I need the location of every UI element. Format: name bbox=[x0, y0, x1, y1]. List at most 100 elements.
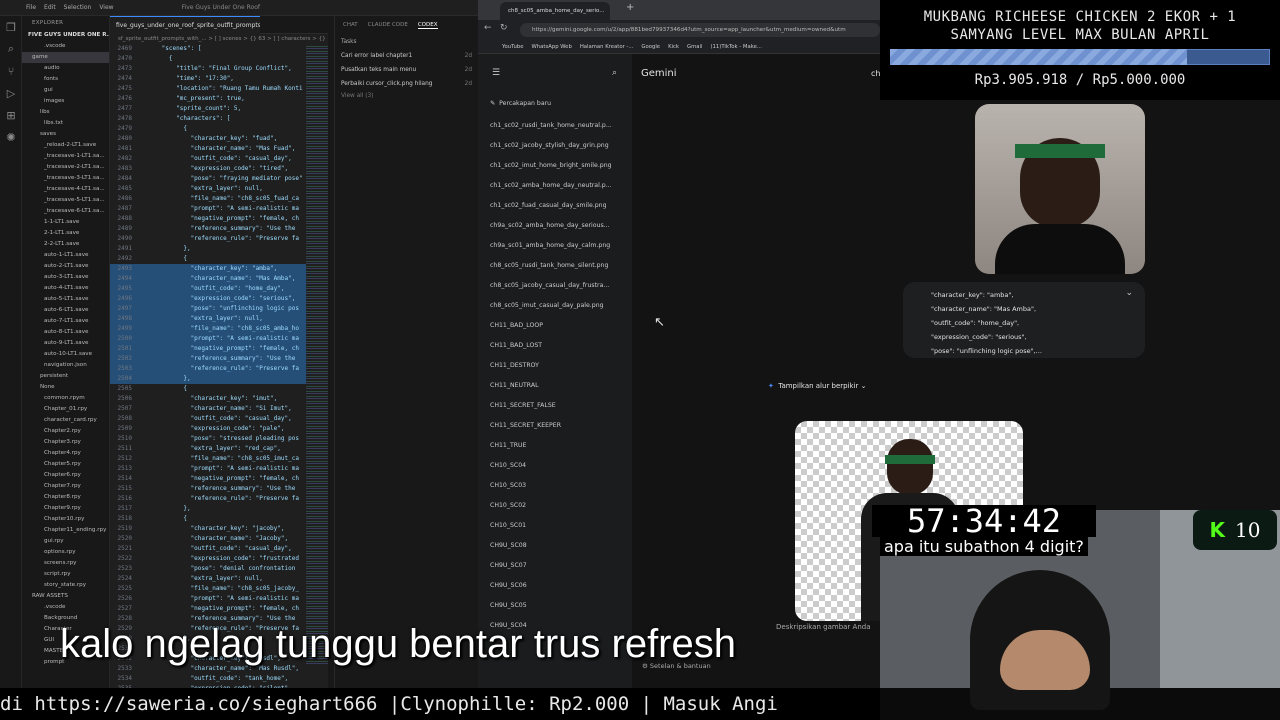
tree-item[interactable]: story_state.rpy bbox=[22, 580, 109, 591]
code-line[interactable]: 2489 "reference_summary": "Use the bbox=[110, 224, 328, 234]
chat-history-item[interactable]: ch8_sc05_imut_casual_day_pale.png bbox=[478, 296, 632, 316]
chat-history-item[interactable]: ch8_sc05_jacoby_casual_day_frustra... bbox=[478, 276, 632, 296]
code-line[interactable]: 2522 "expression_code": "frustrated bbox=[110, 554, 328, 564]
extensions-icon[interactable]: ⊞ bbox=[0, 104, 22, 126]
editor-tab[interactable]: five_guys_under_one_roof_sprite_outfit_p… bbox=[110, 15, 260, 34]
code-line[interactable]: 2481 "character_name": "Mas Fuad", bbox=[110, 144, 328, 154]
code-line[interactable]: 2518 { bbox=[110, 514, 328, 524]
expand-chevron-icon[interactable]: ⌄ bbox=[1125, 286, 1133, 300]
tree-item[interactable]: Chapter8.rpy bbox=[22, 492, 109, 503]
tree-item[interactable]: 2-2-LT1.save bbox=[22, 239, 109, 250]
menu-file[interactable]: File bbox=[26, 4, 36, 11]
code-line[interactable]: 2527 "negative_prompt": "female, ch bbox=[110, 604, 328, 614]
chat-history-item[interactable]: CH11_NEUTRAL bbox=[478, 376, 632, 396]
code-line[interactable]: 2516 "reference_rule": "Preserve fa bbox=[110, 494, 328, 504]
bookmark-youtube[interactable]: YouTube bbox=[502, 44, 524, 50]
chat-history-item[interactable]: CH9U_SC08 bbox=[478, 536, 632, 556]
new-chat-button[interactable]: ✎ Percakapan baru bbox=[478, 94, 632, 114]
tree-item[interactable]: Chapter5.rpy bbox=[22, 459, 109, 470]
search-icon[interactable]: ⌕ bbox=[612, 68, 617, 78]
chat-history-item[interactable]: ch1_sc02_imut_home_bright_smile.png bbox=[478, 156, 632, 176]
breadcrumb[interactable]: sf_sprite_outfit_prompts_with_... > [ ] … bbox=[110, 34, 328, 44]
tree-item[interactable]: 2-1-LT1.save bbox=[22, 228, 109, 239]
tree-item[interactable]: Chapter7.rpy bbox=[22, 481, 109, 492]
search-icon[interactable]: ⌕ bbox=[0, 38, 22, 60]
code-line[interactable]: 2497 "pose": "unflinching logic pos bbox=[110, 304, 328, 314]
code-line[interactable]: 2487 "prompt": "A semi-realistic ma bbox=[110, 204, 328, 214]
chat-history-item[interactable]: CH11_SECRET_FALSE bbox=[478, 396, 632, 416]
source-control-icon[interactable]: ⑂ bbox=[0, 60, 22, 82]
code-line[interactable]: 2499 "file_name": "ch8_sc05_amba_ho bbox=[110, 324, 328, 334]
tree-item[interactable]: Chapter_01.rpy bbox=[22, 404, 109, 415]
chat-history-item[interactable]: CH11_DESTROY bbox=[478, 356, 632, 376]
chat-history-item[interactable]: CH10_SC01 bbox=[478, 516, 632, 536]
bookmark-whatsapp[interactable]: WhatsApp Web bbox=[532, 44, 572, 50]
tree-item[interactable]: auto-9-LT1.save bbox=[22, 338, 109, 349]
code-line[interactable]: 2504 }, bbox=[110, 374, 328, 384]
tree-item[interactable]: _tracesave-6-LT1.sa... bbox=[22, 206, 109, 217]
code-line[interactable]: 2506 "character_key": "imut", bbox=[110, 394, 328, 404]
tree-item[interactable]: Chapter9.rpy bbox=[22, 503, 109, 514]
code-line[interactable]: 2478 "characters": [ bbox=[110, 114, 328, 124]
code-line[interactable]: 2523 "pose": "denial confrontation bbox=[110, 564, 328, 574]
code-line[interactable]: 2526 "prompt": "A semi-realistic ma bbox=[110, 594, 328, 604]
tree-item[interactable]: gui bbox=[22, 85, 109, 96]
code-line[interactable]: 2503 "reference_rule": "Preserve fa bbox=[110, 364, 328, 374]
chat-history-item[interactable]: ch8_sc05_rusdi_tank_home_silent.png bbox=[478, 256, 632, 276]
chat-history-item[interactable]: CH11_TRUE bbox=[478, 436, 632, 456]
tree-item[interactable]: 1-1-LT1.save bbox=[22, 217, 109, 228]
code-line[interactable]: 2515 "reference_summary": "Use the bbox=[110, 484, 328, 494]
menu-view[interactable]: View bbox=[99, 4, 113, 11]
code-line[interactable]: 2513 "prompt": "A semi-realistic ma bbox=[110, 464, 328, 474]
code-line[interactable]: 2500 "prompt": "A semi-realistic ma bbox=[110, 334, 328, 344]
explorer-icon[interactable]: ❐ bbox=[0, 16, 22, 38]
tree-item[interactable]: Chapter6.rpy bbox=[22, 470, 109, 481]
task-item[interactable]: Cari error label chapter1 2d bbox=[335, 49, 478, 63]
chat-history-item[interactable]: ch9a_sc01_amba_home_day_calm.png bbox=[478, 236, 632, 256]
view-all-link[interactable]: View all (3) bbox=[335, 91, 478, 101]
code-line[interactable]: 2511 "extra_layer": "red_cap", bbox=[110, 444, 328, 454]
code-line[interactable]: 2469 "scenes": [ bbox=[110, 44, 328, 54]
chat-history-item[interactable]: ch9a_sc02_amba_home_day_serious... bbox=[478, 216, 632, 236]
menu-icon[interactable]: ☰ bbox=[492, 68, 500, 78]
project-folder[interactable]: FIVE GUYS UNDER ONE R... bbox=[22, 30, 109, 41]
tree-item[interactable]: _reload-2-LT1.save bbox=[22, 140, 109, 151]
address-bar[interactable]: https://gemini.google.com/u/2/app/881bed… bbox=[520, 23, 880, 37]
tree-item[interactable]: game bbox=[22, 52, 109, 63]
tree-item[interactable]: Chapter11_ending.rpy bbox=[22, 525, 109, 536]
new-tab-icon[interactable]: + bbox=[626, 2, 634, 13]
chat-history-item[interactable]: ch1_sc02_amba_home_day_neutral.p... bbox=[478, 176, 632, 196]
minimap[interactable] bbox=[306, 44, 328, 664]
tree-item[interactable]: common.rpym bbox=[22, 393, 109, 404]
code-line[interactable]: 2477 "sprite_count": 5, bbox=[110, 104, 328, 114]
tree-item[interactable]: _tracesave-2-LT1.sa... bbox=[22, 162, 109, 173]
tree-item[interactable]: .vscode bbox=[22, 41, 109, 52]
code-line[interactable]: 2482 "outfit_code": "casual_day", bbox=[110, 154, 328, 164]
tree-item[interactable]: _tracesave-1-LT1.sa... bbox=[22, 151, 109, 162]
bookmark-halaman-kreator[interactable]: Halaman Kreator -... bbox=[580, 44, 634, 50]
code-line[interactable]: 2524 "extra_layer": null, bbox=[110, 574, 328, 584]
tree-item[interactable]: auto-1-LT1.save bbox=[22, 250, 109, 261]
code-line[interactable]: 2496 "expression_code": "serious", bbox=[110, 294, 328, 304]
code-line[interactable]: 2475 "location": "Ruang Tamu Rumah Konti bbox=[110, 84, 328, 94]
chat-history-item[interactable]: CH11_BAD_LOOP bbox=[478, 316, 632, 336]
chat-history-item[interactable]: CH11_BAD_LOST bbox=[478, 336, 632, 356]
code-line[interactable]: 2505 { bbox=[110, 384, 328, 394]
chat-history-item[interactable]: CH9U_SC06 bbox=[478, 576, 632, 596]
chat-history-item[interactable]: ch1_sc02_jacoby_stylish_day_grin.png bbox=[478, 136, 632, 156]
tree-item[interactable]: saves bbox=[22, 129, 109, 140]
code-line[interactable]: 2517 }, bbox=[110, 504, 328, 514]
chat-history-item[interactable]: CH10_SC04 bbox=[478, 456, 632, 476]
reload-icon[interactable]: ↻ bbox=[500, 23, 508, 33]
code-line[interactable]: 2507 "character_name": "Si Imut", bbox=[110, 404, 328, 414]
tree-item[interactable]: audio bbox=[22, 63, 109, 74]
tree-item[interactable]: screens.rpy bbox=[22, 558, 109, 569]
tab-codex[interactable]: CODEX bbox=[417, 22, 438, 29]
tree-item[interactable]: _tracesave-4-LT1.sa... bbox=[22, 184, 109, 195]
code-line[interactable]: 2491 }, bbox=[110, 244, 328, 254]
tree-item[interactable]: fonts bbox=[22, 74, 109, 85]
tree-item[interactable]: auto-6-LT1.save bbox=[22, 305, 109, 316]
gemini-title[interactable]: Gemini bbox=[641, 68, 677, 79]
tree-item[interactable]: character_card.rpy bbox=[22, 415, 109, 426]
code-line[interactable]: 2498 "extra_layer": null, bbox=[110, 314, 328, 324]
